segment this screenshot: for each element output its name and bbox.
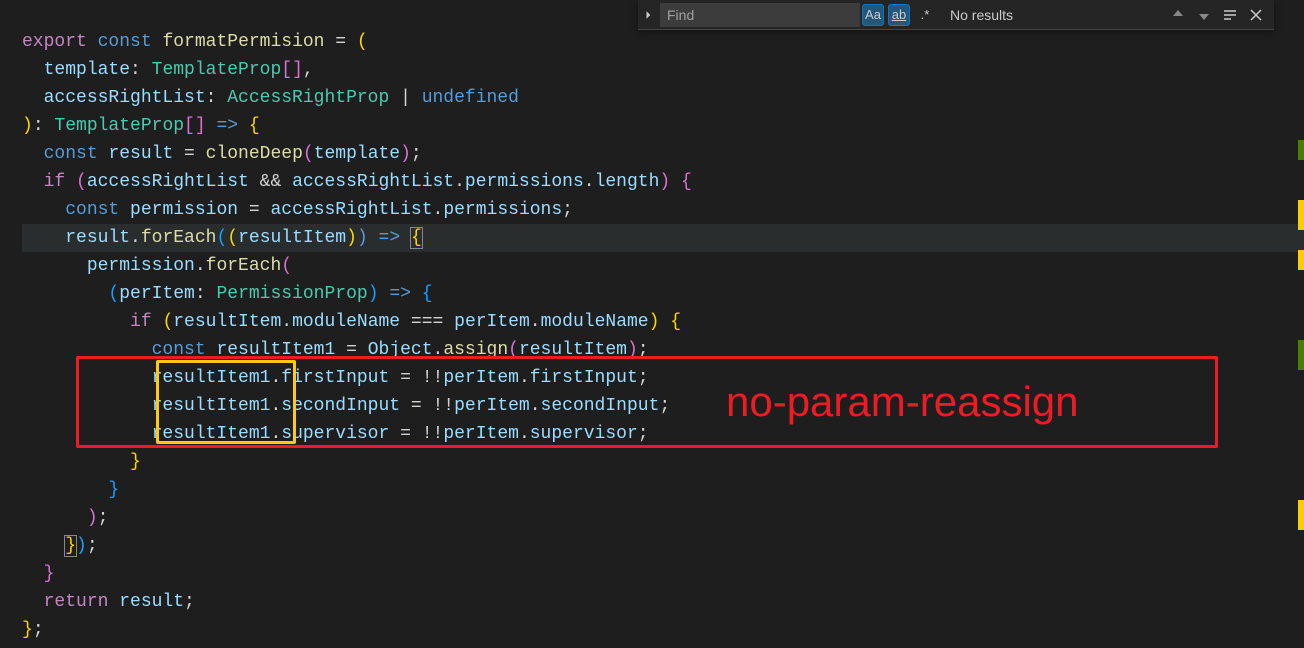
match-case-button[interactable]: Aa — [862, 4, 884, 26]
chevron-right-icon — [642, 9, 654, 21]
code-line[interactable]: } — [22, 476, 1304, 504]
arrow-down-icon — [1196, 7, 1212, 23]
find-results-label: No results — [942, 7, 1021, 23]
find-in-selection-button[interactable] — [1218, 3, 1242, 27]
code-line[interactable]: result.forEach((resultItem)) => { — [22, 224, 1304, 252]
code-line[interactable]: ): TemplateProp[] => { — [22, 112, 1304, 140]
code-line[interactable]: const permission = accessRightList.permi… — [22, 196, 1304, 224]
code-line[interactable]: const resultItem1 = Object.assign(result… — [22, 336, 1304, 364]
find-next-button[interactable] — [1192, 3, 1216, 27]
find-placeholder: Find — [667, 7, 853, 23]
code-line[interactable]: } — [22, 560, 1304, 588]
find-prev-button[interactable] — [1166, 3, 1190, 27]
code-line[interactable]: }; — [22, 616, 1304, 644]
selection-icon — [1222, 7, 1238, 23]
code-line[interactable]: (perItem: PermissionProp) => { — [22, 280, 1304, 308]
diff-marker — [1298, 500, 1304, 530]
diff-marker — [1298, 340, 1304, 370]
code-line[interactable]: if (accessRightList && accessRightList.p… — [22, 168, 1304, 196]
code-editor[interactable]: export const formatPermision = ( templat… — [0, 0, 1304, 648]
arrow-up-icon — [1170, 7, 1186, 23]
close-icon — [1248, 7, 1264, 23]
code-line[interactable]: }); — [22, 532, 1304, 560]
find-expand-toggle[interactable] — [638, 0, 658, 29]
find-nav — [1166, 3, 1274, 27]
code-line[interactable]: export const formatPermision = ( — [22, 28, 1304, 56]
code-line[interactable]: resultItem1.firstInput = !!perItem.first… — [22, 364, 1304, 392]
code-line[interactable]: resultItem1.supervisor = !!perItem.super… — [22, 420, 1304, 448]
diff-marker — [1298, 140, 1304, 160]
code-line[interactable]: permission.forEach( — [22, 252, 1304, 280]
diff-marker — [1298, 200, 1304, 230]
code-line[interactable]: if (resultItem.moduleName === perItem.mo… — [22, 308, 1304, 336]
find-widget: Find Aa ab .* No results — [638, 0, 1274, 30]
code-line[interactable]: const result = cloneDeep(template); — [22, 140, 1304, 168]
code-line[interactable]: accessRightList: AccessRightProp | undef… — [22, 84, 1304, 112]
diff-marker — [1298, 250, 1304, 270]
match-options: Aa ab .* — [862, 4, 936, 26]
find-close-button[interactable] — [1244, 3, 1268, 27]
code-line[interactable]: return result; — [22, 588, 1304, 616]
code-line[interactable]: resultItem1.secondInput = !!perItem.seco… — [22, 392, 1304, 420]
match-whole-word-button[interactable]: ab — [888, 4, 910, 26]
find-input[interactable]: Find — [660, 3, 860, 27]
code-line[interactable]: ); — [22, 504, 1304, 532]
match-regex-button[interactable]: .* — [914, 4, 936, 26]
code-line[interactable]: template: TemplateProp[], — [22, 56, 1304, 84]
code-line[interactable]: } — [22, 448, 1304, 476]
